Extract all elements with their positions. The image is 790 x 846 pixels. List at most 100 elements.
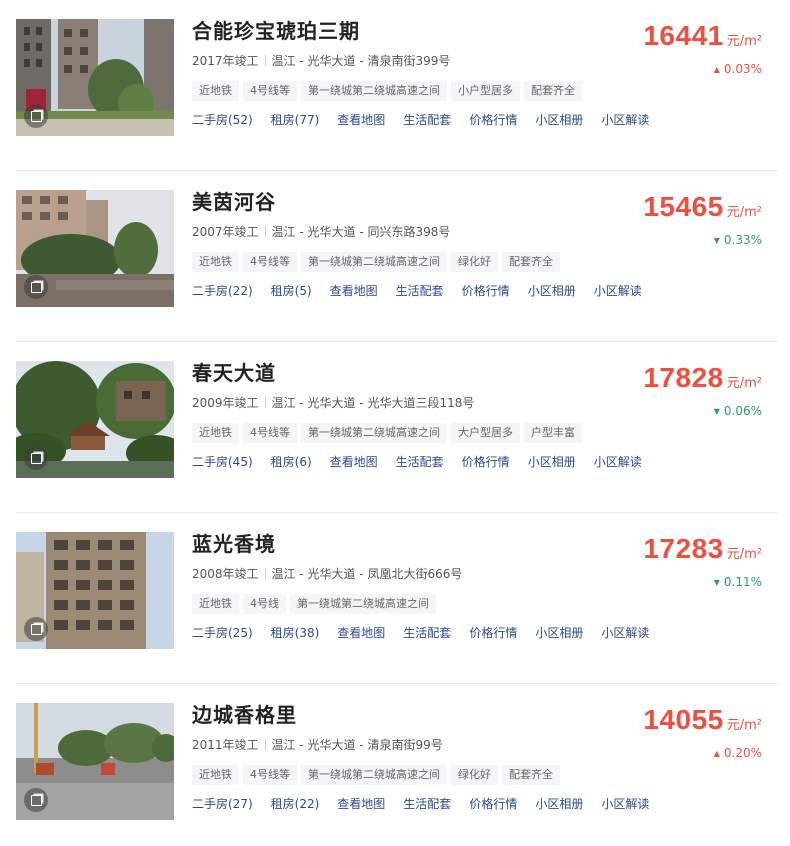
link-review[interactable]: 小区解读 (601, 797, 649, 811)
tag: 4号线等 (243, 765, 297, 785)
link-rent[interactable]: 租房(6) (271, 455, 312, 469)
unit-price: 17828 (643, 362, 724, 393)
arrow-up-icon: ▲ (713, 65, 720, 74)
tag: 近地铁 (192, 765, 239, 785)
price-change: ▲ 0.20% (562, 746, 762, 761)
community-photo[interactable] (16, 532, 174, 649)
link-secondhand[interactable]: 二手房(25) (192, 626, 253, 640)
build-year: 2008年竣工 (192, 567, 259, 581)
unit-price: 17283 (643, 533, 724, 564)
price-change-value: 0.33% (723, 233, 762, 247)
community-name[interactable]: 春天大道 (192, 360, 276, 386)
photo-album-icon[interactable] (24, 788, 48, 812)
link-bar: 二手房(27) 租房(22) 查看地图 生活配套 价格行情 小区相册 小区解读 (192, 795, 672, 812)
price-block: 15465 元/m² ▼ 0.33% (562, 191, 762, 248)
arrow-down-icon: ▼ (713, 236, 720, 245)
tag: 4号线等 (243, 423, 297, 443)
price-unit: 元/m² (726, 34, 762, 49)
link-album[interactable]: 小区相册 (528, 455, 576, 469)
link-map[interactable]: 查看地图 (330, 284, 378, 298)
link-secondhand[interactable]: 二手房(45) (192, 455, 253, 469)
tag: 近地铁 (192, 252, 239, 272)
community-name[interactable]: 边城香格里 (192, 702, 297, 728)
community-name[interactable]: 美茵河谷 (192, 189, 276, 215)
link-album[interactable]: 小区相册 (535, 797, 583, 811)
link-price-trend[interactable]: 价格行情 (462, 455, 510, 469)
link-map[interactable]: 查看地图 (337, 626, 385, 640)
link-price-trend[interactable]: 价格行情 (469, 626, 517, 640)
price-block: 17828 元/m² ▼ 0.06% (562, 362, 762, 419)
link-amenities[interactable]: 生活配套 (396, 455, 444, 469)
link-amenities[interactable]: 生活配套 (403, 113, 451, 127)
community-photo[interactable] (16, 190, 174, 307)
link-map[interactable]: 查看地图 (337, 113, 385, 127)
price-line: 14055 元/m² (562, 704, 762, 736)
link-bar: 二手房(52) 租房(77) 查看地图 生活配套 价格行情 小区相册 小区解读 (192, 111, 672, 128)
community-item: 春天大道 2009年竣工 温江 - 光华大道 - 光华大道三段118号 近地铁 4号… (16, 342, 778, 513)
price-block: 16441 元/m² ▲ 0.03% (562, 20, 762, 77)
link-bar: 二手房(45) 租房(6) 查看地图 生活配套 价格行情 小区相册 小区解读 (192, 453, 672, 470)
location: 温江 - 光华大道 - 光华大道三段118号 (271, 396, 475, 410)
link-album[interactable]: 小区相册 (535, 626, 583, 640)
link-price-trend[interactable]: 价格行情 (469, 797, 517, 811)
price-block: 14055 元/m² ▲ 0.20% (562, 704, 762, 761)
community-photo[interactable] (16, 361, 174, 478)
tag: 配套齐全 (502, 252, 560, 272)
link-rent[interactable]: 租房(38) (271, 626, 320, 640)
build-year: 2009年竣工 (192, 396, 259, 410)
community-name[interactable]: 合能珍宝琥珀三期 (192, 18, 360, 44)
link-bar: 二手房(22) 租房(5) 查看地图 生活配套 价格行情 小区相册 小区解读 (192, 282, 672, 299)
community-photo[interactable] (16, 703, 174, 820)
unit-price: 14055 (643, 704, 724, 735)
photo-album-icon[interactable] (24, 446, 48, 470)
community-name[interactable]: 蓝光香境 (192, 531, 276, 557)
price-unit: 元/m² (726, 547, 762, 562)
link-rent[interactable]: 租房(5) (271, 284, 312, 298)
tag: 近地铁 (192, 81, 239, 101)
photo-album-icon-shape (30, 110, 42, 122)
price-unit: 元/m² (726, 205, 762, 220)
price-change: ▼ 0.33% (562, 233, 762, 248)
link-review[interactable]: 小区解读 (601, 626, 649, 640)
price-line: 17283 元/m² (562, 533, 762, 565)
tag: 第一绕城第二绕城高速之间 (301, 765, 447, 785)
link-amenities[interactable]: 生活配套 (396, 284, 444, 298)
link-map[interactable]: 查看地图 (330, 455, 378, 469)
link-review[interactable]: 小区解读 (594, 455, 642, 469)
link-price-trend[interactable]: 价格行情 (469, 113, 517, 127)
photo-album-icon-shape (30, 281, 42, 293)
link-rent[interactable]: 租房(77) (271, 113, 320, 127)
community-list: 合能珍宝琥珀三期 2017年竣工 温江 - 光华大道 - 清泉南街399号 近地铁… (0, 0, 790, 846)
tag: 4号线等 (243, 81, 297, 101)
arrow-down-icon: ▼ (713, 407, 720, 416)
link-map[interactable]: 查看地图 (337, 797, 385, 811)
photo-album-icon[interactable] (24, 104, 48, 128)
link-album[interactable]: 小区相册 (535, 113, 583, 127)
link-album[interactable]: 小区相册 (528, 284, 576, 298)
tag: 配套齐全 (524, 81, 582, 101)
price-change: ▼ 0.06% (562, 404, 762, 419)
price-unit: 元/m² (726, 376, 762, 391)
link-amenities[interactable]: 生活配套 (403, 626, 451, 640)
location: 温江 - 光华大道 - 同兴东路398号 (271, 225, 451, 239)
link-review[interactable]: 小区解读 (594, 284, 642, 298)
photo-album-icon[interactable] (24, 275, 48, 299)
link-price-trend[interactable]: 价格行情 (462, 284, 510, 298)
link-secondhand[interactable]: 二手房(22) (192, 284, 253, 298)
tag-list: 近地铁 4号线 第一绕城第二绕城高速之间 (192, 592, 672, 614)
meta-divider (264, 55, 266, 66)
price-change-value: 0.03% (723, 62, 762, 76)
link-rent[interactable]: 租房(22) (271, 797, 320, 811)
price-line: 15465 元/m² (562, 191, 762, 223)
link-secondhand[interactable]: 二手房(27) (192, 797, 253, 811)
community-item: 蓝光香境 2008年竣工 温江 - 光华大道 - 凤凰北大街666号 近地铁 4号线… (16, 513, 778, 684)
link-review[interactable]: 小区解读 (601, 113, 649, 127)
community-photo[interactable] (16, 19, 174, 136)
link-amenities[interactable]: 生活配套 (403, 797, 451, 811)
location: 温江 - 光华大道 - 凤凰北大街666号 (271, 567, 463, 581)
link-secondhand[interactable]: 二手房(52) (192, 113, 253, 127)
tag-list: 近地铁 4号线等 第一绕城第二绕城高速之间 绿化好 配套齐全 (192, 763, 672, 785)
tag: 绿化好 (451, 252, 498, 272)
photo-album-icon[interactable] (24, 617, 48, 641)
unit-price: 16441 (643, 20, 724, 51)
